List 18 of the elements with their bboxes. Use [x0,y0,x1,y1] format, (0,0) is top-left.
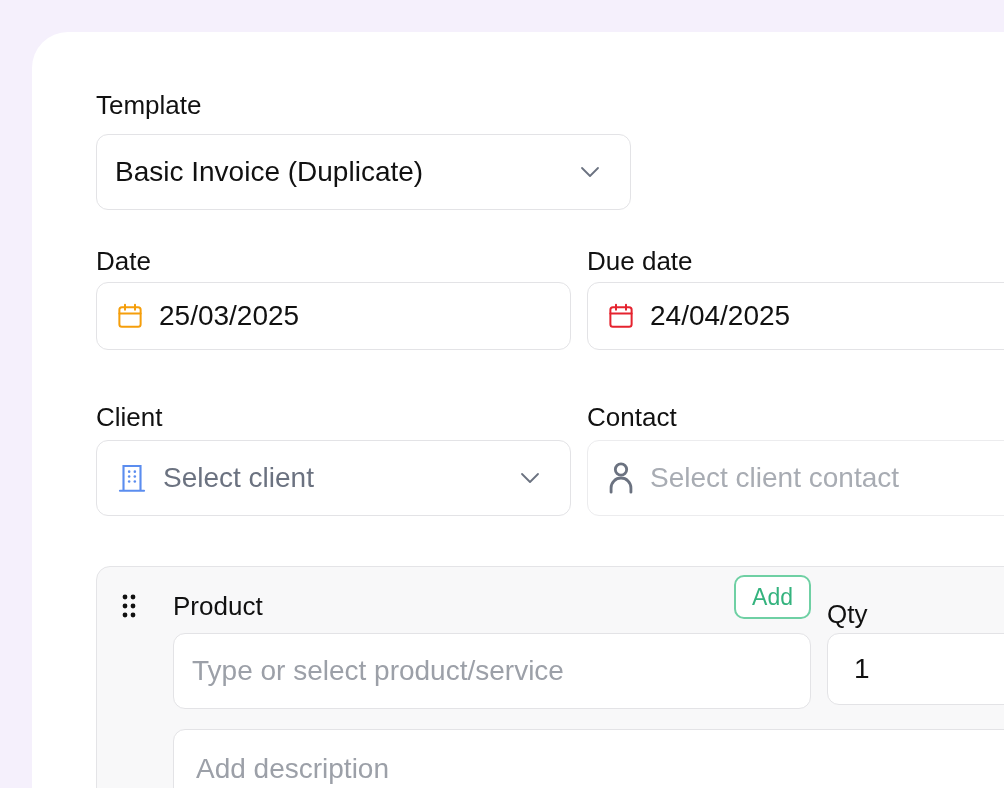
client-dropdown[interactable]: Select client [96,440,571,516]
description-field[interactable]: Add description [173,729,1004,788]
date-field[interactable]: 25/03/2025 [96,282,571,350]
product-field[interactable]: Type or select product/service [173,633,811,709]
date-field[interactable]: 24/04/2025 [587,282,1004,350]
quantity-field[interactable]: 1 [827,633,1004,705]
field-label: Client [96,402,164,432]
field-label: Product [173,591,263,621]
drag-handle-icon[interactable] [121,593,137,619]
caret-icon [580,166,600,178]
field-label: Qty [827,599,868,629]
caret-icon [520,472,540,484]
template-dropdown[interactable]: Basic Invoice (Duplicate) [96,134,631,210]
field-label: Date [96,246,152,276]
field-label: Due date [587,246,694,276]
field-label: Contact [587,402,678,432]
field-label: Template [96,90,203,120]
add-button[interactable]: Add [734,575,811,619]
